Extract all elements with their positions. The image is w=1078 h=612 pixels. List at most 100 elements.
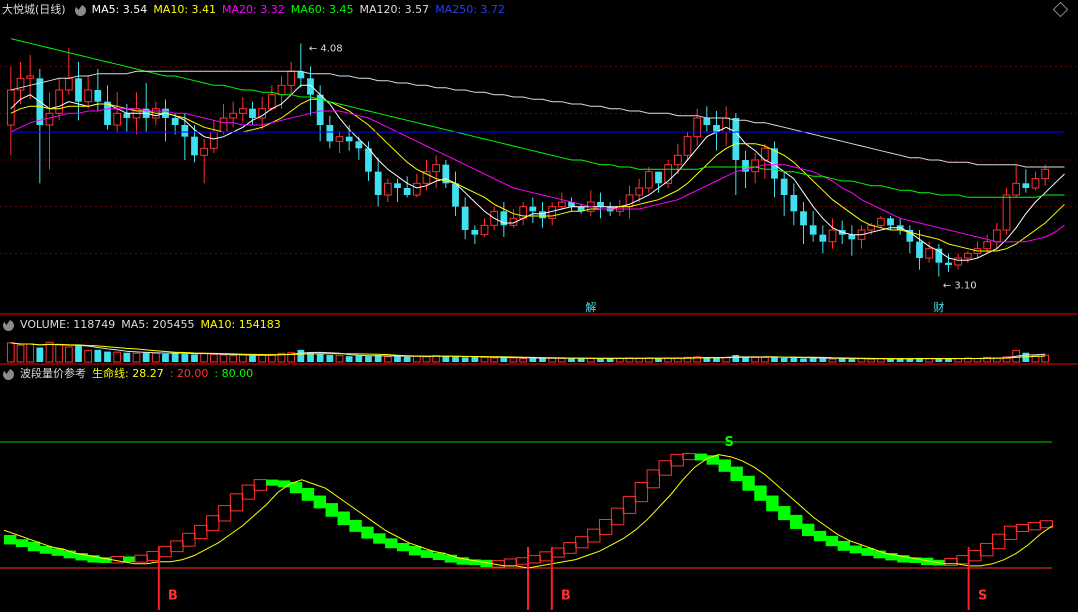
volume-header: VOLUME: 118749 MA5: 205455 MA10: 154183 (0, 316, 281, 334)
candle-body (693, 117, 702, 138)
indicator-down-block (337, 511, 350, 526)
indicator-header: 波段量价参考 生命线: 28.27 : 20.00 : 80.00 (0, 365, 253, 383)
volume-bar (219, 354, 228, 363)
indicator-down-block (778, 506, 791, 521)
indicator-down-block (397, 543, 410, 552)
volume-bar (655, 358, 662, 362)
indicator-down-block (861, 548, 874, 556)
event-label: 解 (585, 300, 596, 314)
indicator-down-block (742, 475, 755, 491)
candle-body (529, 206, 537, 212)
low-price-label: ← 3.10 (943, 281, 977, 292)
volume-ma10: MA10: 154183 (200, 318, 281, 331)
candle-body (780, 178, 788, 195)
candle-body (1012, 182, 1021, 196)
candle-body (673, 154, 682, 166)
ma120-label: MA120: 3.57 (359, 3, 430, 16)
indicator-down-block (15, 539, 29, 547)
candle-body (26, 75, 35, 79)
volume-bar (162, 353, 169, 362)
candle-body (229, 112, 238, 119)
volume-bar (55, 344, 64, 363)
volume-bar (500, 357, 508, 362)
candle-body (945, 262, 952, 265)
indicator-up-block (1003, 525, 1018, 540)
candle-body (64, 77, 73, 91)
volume-bar (480, 356, 489, 363)
volume-bar (26, 343, 35, 363)
indicator-up-block (944, 558, 958, 566)
candle-body (432, 164, 441, 173)
indicator-up-block (610, 507, 625, 526)
stock-chart[interactable]: ← 4.08 ← 3.10 解 财 B B S S (0, 0, 1078, 612)
volume-menu-icon[interactable] (3, 319, 14, 331)
candle-body (123, 113, 131, 118)
indicator-down-block (349, 519, 362, 532)
volume-bar (422, 356, 431, 363)
candle-body (6, 89, 15, 126)
candle-body (287, 70, 296, 86)
candle-body (800, 211, 807, 226)
indicator-up-block (515, 557, 529, 565)
indicator-down-block (123, 556, 136, 563)
volume-bar (848, 359, 856, 362)
indicator-down-block (313, 495, 327, 509)
indicator-down-block (373, 533, 386, 544)
candle-body (200, 147, 209, 156)
volume-bar (490, 357, 499, 363)
indicator-down-block (266, 479, 279, 486)
indicator-up-block (991, 533, 1006, 550)
volume-bar (557, 358, 566, 363)
volume-bar (123, 352, 131, 362)
volume-bar (181, 353, 189, 362)
indicator-down-block (277, 480, 291, 488)
volume-bar (403, 356, 411, 362)
indicator-up-block (170, 540, 184, 553)
candle-body (828, 229, 837, 243)
candle-body (1022, 183, 1030, 188)
volume-bar (586, 358, 595, 363)
candle-body (249, 108, 256, 118)
candle-body (1031, 178, 1040, 189)
indicator-up-block (551, 547, 565, 558)
volume-bar (442, 356, 450, 362)
volume-bar (16, 344, 25, 363)
candle-body (876, 217, 885, 226)
buy-signal-label: B (561, 589, 571, 604)
candle-body (238, 108, 247, 114)
candle-body (954, 257, 963, 266)
volume-bar (326, 355, 334, 362)
indicator-up-block (968, 550, 982, 562)
candle-body (171, 118, 179, 125)
ma5-label: MA5: 3.54 (91, 3, 148, 16)
volume-bar (297, 349, 305, 362)
volume-bar (461, 357, 469, 362)
candle-body (219, 117, 228, 133)
candle-body (539, 211, 546, 219)
indicator-up-block (134, 554, 148, 563)
indicator-down-block (730, 466, 743, 482)
indicator-down-block (718, 459, 731, 472)
ma-line-ma20 (10, 108, 1065, 243)
price-header: 大悦城(日线) MA5: 3.54 MA10: 3.41 MA20: 3.32 … (0, 1, 505, 19)
indicator-down-block (849, 545, 862, 554)
indicator-up-block (575, 536, 589, 549)
volume-bar (335, 355, 344, 363)
candle-body (374, 171, 382, 195)
volume-bar (64, 346, 73, 363)
indicator-down-block (801, 523, 815, 537)
volume-bar (519, 358, 528, 363)
volume-bar (45, 341, 54, 363)
indicator-menu-icon[interactable] (3, 368, 14, 380)
ma-line-ma10 (10, 98, 1065, 252)
indicator-down-block (825, 535, 839, 547)
candle-body (848, 234, 856, 240)
volume-bar (828, 358, 837, 363)
volume-bar (615, 358, 624, 363)
volume-bar (171, 352, 179, 362)
volume-bar (606, 358, 614, 362)
volume-bar (935, 359, 943, 362)
price-menu-icon[interactable] (74, 4, 86, 16)
volume-bar (751, 356, 760, 363)
volume-bar (249, 355, 256, 362)
